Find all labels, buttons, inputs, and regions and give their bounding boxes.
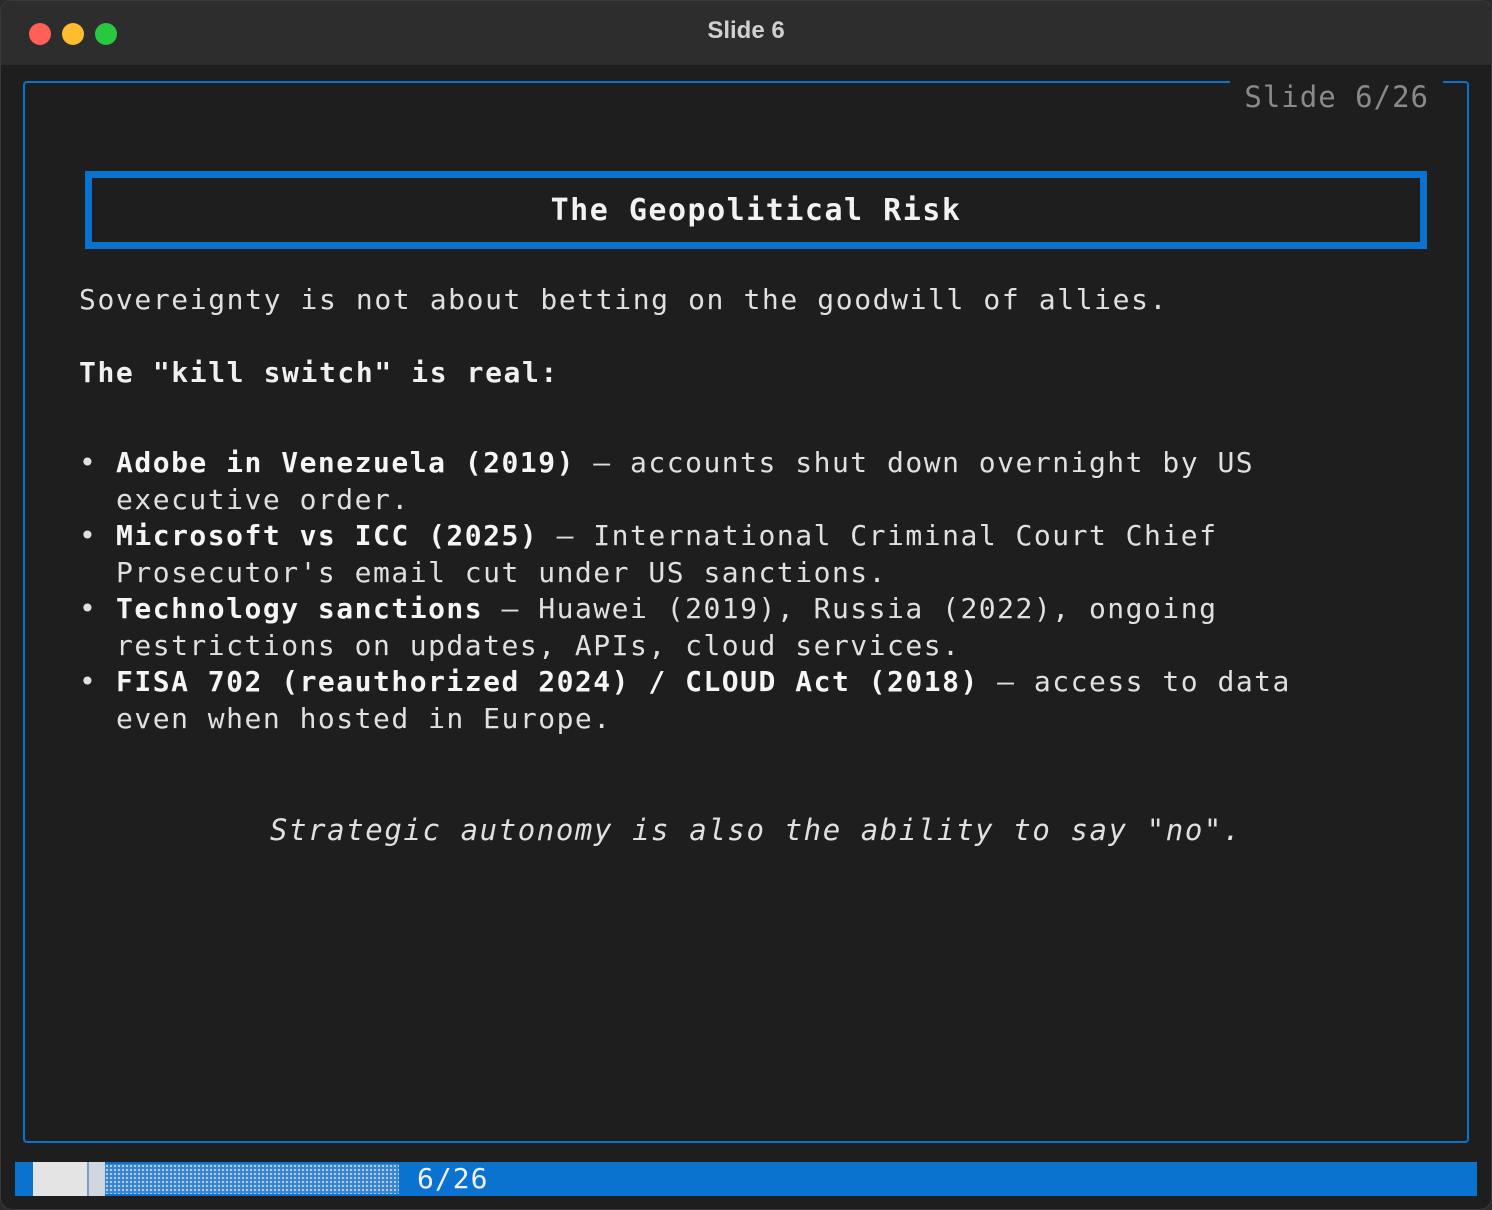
progress-track[interactable]: [105, 1164, 399, 1194]
bullet-dot: •: [79, 665, 98, 698]
bullet-bold: Technology sanctions: [116, 592, 484, 625]
progress-indicator-block: [33, 1162, 87, 1196]
title-bar: Slide 6: [1, 1, 1491, 65]
bullet-list: • Adobe in Venezuela (2019) — accounts s…: [79, 445, 1379, 737]
closing-quote: Strategic autonomy is also the ability t…: [269, 813, 1243, 847]
subheading-text: The "kill switch" is real:: [79, 356, 559, 389]
status-bar: 6/26: [15, 1162, 1477, 1196]
slide-frame: Slide 6/26 The Geopolitical Risk Soverei…: [23, 81, 1469, 1143]
bullet-dot: •: [79, 592, 98, 625]
slide-heading: The Geopolitical Risk: [550, 192, 962, 228]
bullet-bold: Adobe in Venezuela (2019): [116, 446, 575, 479]
list-item: • Technology sanctions — Huawei (2019), …: [79, 591, 1379, 664]
list-item: • Adobe in Venezuela (2019) — accounts s…: [79, 445, 1379, 518]
slide-counter: 6/26: [417, 1162, 489, 1195]
bullet-dot: •: [79, 446, 98, 479]
presentation-window: Slide 6 Slide 6/26 The Geopolitical Risk…: [0, 0, 1492, 1210]
slide-heading-box: The Geopolitical Risk: [85, 171, 1427, 249]
bullet-bold: FISA 702 (reauthorized 2024) / CLOUD Act…: [116, 665, 979, 698]
list-item: • FISA 702 (reauthorized 2024) / CLOUD A…: [79, 664, 1379, 737]
bullet-bold: Microsoft vs ICC (2025): [116, 519, 539, 552]
slide-indicator: Slide 6/26: [1230, 81, 1443, 113]
window-title: Slide 6: [707, 17, 785, 44]
slide-area: Slide 6/26 The Geopolitical Risk Soverei…: [15, 65, 1477, 1161]
intro-text: Sovereignty is not about betting on the …: [79, 283, 1168, 316]
list-item: • Microsoft vs ICC (2025) — Internationa…: [79, 518, 1379, 591]
progress-marker: [87, 1162, 105, 1196]
bullet-dot: •: [79, 519, 98, 552]
